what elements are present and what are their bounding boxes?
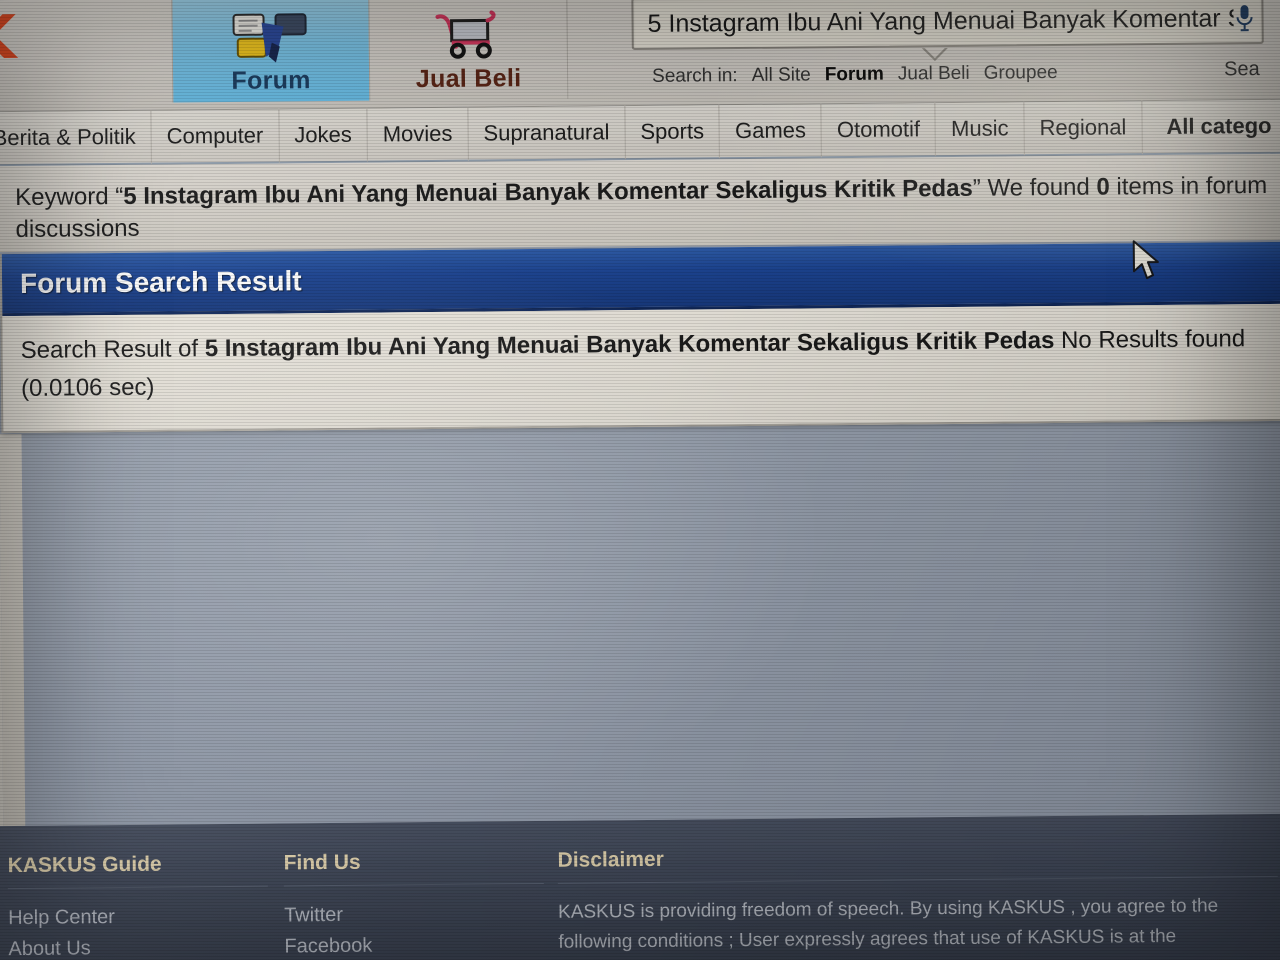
- speech-bubbles-icon: [231, 10, 310, 67]
- category-computer[interactable]: Computer: [151, 108, 280, 164]
- footer-column-guide: KASKUS Guide Help Center About Us: [7, 851, 269, 960]
- category-jokes[interactable]: Jokes: [279, 107, 369, 163]
- panel-title: Forum Search Result: [19, 264, 302, 299]
- scope-forum[interactable]: Forum: [825, 64, 884, 87]
- category-music[interactable]: Music: [935, 101, 1025, 157]
- site-footer: KASKUS Guide Help Center About Us Find U…: [0, 813, 1280, 960]
- footer-link-twitter[interactable]: Twitter: [284, 898, 544, 931]
- forum-search-result-panel: Forum Search Result Search Result of 5 I…: [0, 241, 1280, 433]
- tab-jual-beli[interactable]: Jual Beli: [369, 0, 569, 101]
- footer-link-about-us[interactable]: About Us: [8, 932, 268, 960]
- footer-heading-disclaimer: Disclaimer: [557, 841, 1278, 884]
- browser-page: K TY Forum: [0, 0, 1280, 960]
- category-supranatural[interactable]: Supranatural: [468, 105, 626, 161]
- shopping-cart-icon: [433, 8, 504, 65]
- footer-column-disclaimer: Disclaimer KASKUS is providing freedom o…: [557, 841, 1279, 959]
- main-tab-bar: Forum Jual Beli: [171, 0, 569, 103]
- search-button[interactable]: Sea: [1224, 58, 1260, 81]
- footer-heading-guide: KASKUS Guide: [7, 851, 268, 890]
- search-in-label: Search in:: [651, 65, 738, 87]
- category-movies[interactable]: Movies: [367, 106, 469, 162]
- result-count: 0: [1096, 173, 1110, 201]
- search-query-text: 5 Instagram Ibu Ani Yang Menuai Banyak K…: [647, 3, 1234, 38]
- footer-disclaimer-text: KASKUS is providing freedom of speech. B…: [558, 895, 1219, 954]
- search-result-text: Search Result of 5 Instagram Ibu Ani Yan…: [21, 320, 1278, 409]
- photograph-of-screen: K TY Forum: [0, 0, 1280, 960]
- footer-heading-find-us: Find Us: [283, 848, 544, 887]
- footer-column-find-us: Find Us Twitter Facebook: [283, 848, 545, 960]
- keyword-prefix: Keyword “: [15, 182, 124, 211]
- site-header: K TY Forum: [0, 0, 1280, 113]
- result-keyword: 5 Instagram Ibu Ani Yang Menuai Banyak K…: [204, 327, 1055, 363]
- panel-body: Search Result of 5 Instagram Ibu Ani Yan…: [2, 303, 1280, 431]
- keyword-middle: ” We found: [972, 173, 1097, 202]
- category-games[interactable]: Games: [719, 103, 823, 159]
- page-left-strip: [0, 433, 26, 827]
- category-berita-politik[interactable]: Berita & Politik: [0, 109, 152, 166]
- keyword-value: 5 Instagram Ibu Ani Yang Menuai Banyak K…: [123, 174, 973, 210]
- footer-link-help-center[interactable]: Help Center: [8, 901, 268, 934]
- footer-link-facebook[interactable]: Facebook: [284, 929, 544, 960]
- tab-jual-beli-label: Jual Beli: [415, 64, 522, 94]
- kaskus-logo[interactable]: K TY: [0, 3, 90, 104]
- search-input[interactable]: 5 Instagram Ibu Ani Yang Menuai Banyak K…: [631, 0, 1264, 51]
- category-regional[interactable]: Regional: [1024, 100, 1143, 156]
- search-scope-row: Search in: All Site Forum Jual Beli Grou…: [652, 62, 1058, 88]
- mouse-arrow-cursor: [1132, 239, 1162, 288]
- scope-groupee[interactable]: Groupee: [984, 62, 1058, 85]
- logo-glyph: K: [0, 3, 13, 74]
- search-area: 5 Instagram Ibu Ani Yang Menuai Banyak K…: [631, 0, 1280, 87]
- microphone-icon[interactable]: [1235, 3, 1253, 33]
- search-callout-arrow: [921, 47, 948, 62]
- scope-all-site[interactable]: All Site: [752, 64, 811, 87]
- page-body: Keyword “5 Instagram Ibu Ani Yang Menuai…: [0, 153, 1280, 827]
- result-prefix: Search Result of: [20, 335, 205, 364]
- category-otomotif[interactable]: Otomotif: [821, 102, 937, 158]
- keyword-summary-text: Keyword “5 Instagram Ibu Ani Yang Menuai…: [15, 170, 1271, 247]
- category-sports[interactable]: Sports: [625, 104, 721, 160]
- keyword-summary-bar: Keyword “5 Instagram Ibu Ani Yang Menuai…: [0, 153, 1280, 253]
- tab-forum[interactable]: Forum: [171, 0, 371, 103]
- scope-jual-beli[interactable]: Jual Beli: [898, 63, 970, 86]
- tab-forum-label: Forum: [231, 66, 311, 95]
- all-categories-menu[interactable]: All catego: [1142, 99, 1280, 154]
